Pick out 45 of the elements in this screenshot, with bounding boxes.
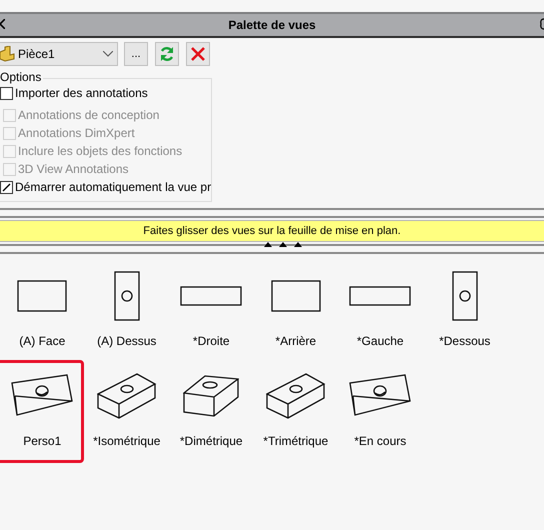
view-label: *Gauche [356, 334, 404, 348]
view-label: *Isométrique [93, 434, 160, 448]
checkbox-label: Importer des annotations [15, 86, 148, 100]
front-view-drawing [17, 280, 68, 312]
view-label: *Arrière [275, 334, 316, 348]
tilted-part-drawing [348, 374, 412, 418]
splitter-bar[interactable] [0, 208, 544, 218]
part-dropdown[interactable]: Pièce1 [0, 42, 118, 66]
view-label: *Trimétrique [263, 434, 328, 448]
chevron-icon [103, 51, 113, 57]
refresh-icon [159, 46, 175, 62]
view-label: *Droite [192, 334, 230, 348]
view-label: (A) Face [19, 334, 66, 348]
hint-banner: Faites glisser des vues sur la feuille de mise en plan. [0, 220, 544, 242]
view-label: *Dessous [439, 334, 490, 348]
pin-icon[interactable] [540, 18, 544, 30]
view-label: *Dimétrique [180, 434, 243, 448]
checkbox-label: 3D View Annotations [18, 162, 129, 176]
checkbox-label: Inclure les objets des fonctions [18, 144, 182, 158]
side-view-drawing [349, 286, 412, 306]
checkbox[interactable] [0, 180, 13, 194]
refresh-button[interactable] [155, 42, 179, 66]
part-name: Pièce1 [18, 47, 56, 61]
view-label: (A) Dessus [97, 334, 156, 348]
browse-button[interactable]: ... [124, 42, 148, 66]
checkbox[interactable] [0, 86, 13, 100]
dimetric-part-drawing [183, 373, 240, 419]
tilted-part-drawing [10, 374, 74, 418]
close-icon [191, 47, 205, 61]
window-title: Palette de vues [228, 18, 316, 32]
top-view-drawing [114, 271, 140, 321]
checkbox-label: Annotations DimXpert [18, 126, 135, 140]
isometric-part-drawing [266, 372, 326, 420]
top-view-drawing [452, 271, 478, 321]
front-view-drawing [270, 280, 321, 312]
view-label: Perso1 [23, 434, 62, 448]
delete-button[interactable] [186, 42, 210, 66]
options-legend: Options [0, 70, 44, 84]
back-icon[interactable] [0, 19, 5, 29]
isometric-part-drawing [96, 372, 157, 420]
checkbox-label: Annotations de conception [18, 108, 160, 122]
checkbox-label: Démarrer automatiquement la vue pr [15, 180, 211, 194]
view-label: *En cours [354, 434, 406, 448]
side-view-drawing [180, 286, 242, 306]
part-icon [0, 46, 15, 62]
